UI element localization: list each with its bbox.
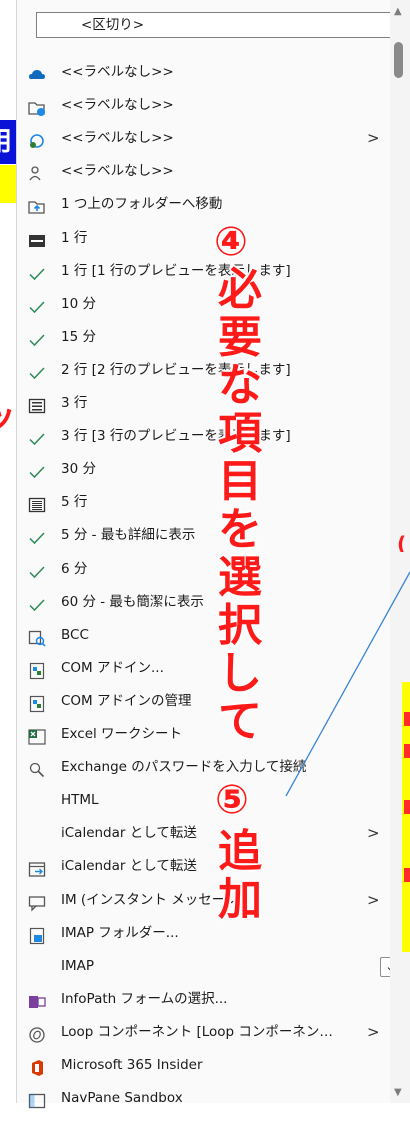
annotation-line <box>285 571 410 797</box>
step4-number: ④ <box>214 219 248 265</box>
step4-text: 必要な項目を選択して <box>218 264 262 747</box>
step5-number: ⑤ <box>215 777 249 823</box>
step5-text: 追加 <box>218 826 262 925</box>
